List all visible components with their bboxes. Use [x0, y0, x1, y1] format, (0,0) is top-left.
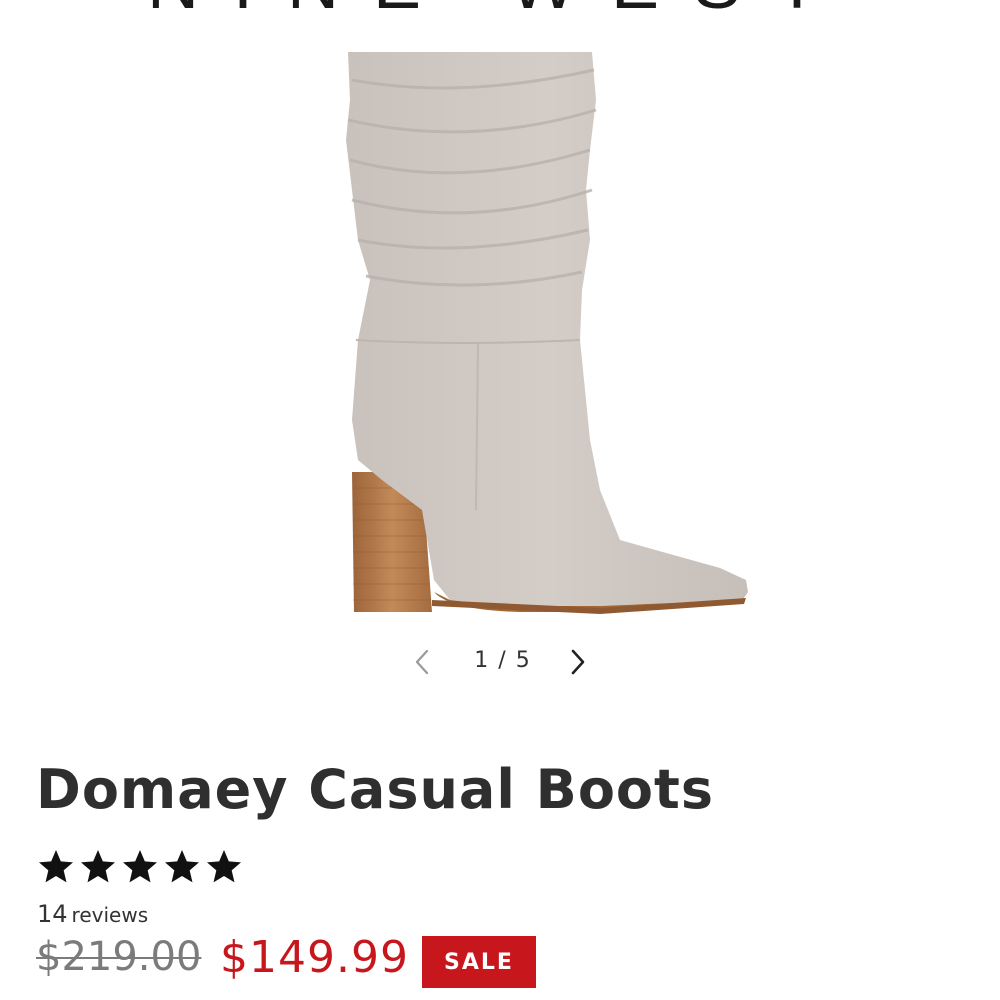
current-image-number: 1 — [474, 648, 491, 673]
star-icon — [81, 850, 115, 883]
original-price: $219.00 — [36, 934, 202, 980]
review-label: reviews — [71, 903, 149, 927]
chevron-left-icon[interactable] — [408, 648, 436, 676]
star-icon — [39, 850, 73, 883]
sale-badge: SALE — [422, 936, 536, 988]
product-page: NINE WEST — [0, 0, 1000, 1000]
reviews-link[interactable]: 14 reviews — [37, 900, 148, 928]
product-image[interactable] — [300, 40, 800, 630]
counter-separator: / — [498, 648, 508, 673]
chevron-right-icon[interactable] — [564, 648, 592, 676]
product-title: Domaey Casual Boots — [36, 758, 714, 821]
review-count: 14 — [37, 900, 68, 928]
rating-stars[interactable] — [36, 847, 244, 887]
sale-price: $149.99 — [220, 932, 409, 983]
boot-illustration — [346, 52, 748, 614]
brand-logo[interactable]: NINE WEST — [0, 0, 1000, 20]
star-icon — [123, 850, 157, 883]
image-counter: 1 / 5 — [460, 648, 546, 673]
price-row: $219.00 $149.99 SALE — [36, 930, 636, 990]
star-icon — [207, 850, 241, 883]
image-gallery-nav: 1 / 5 — [400, 642, 600, 686]
star-icon — [165, 850, 199, 883]
total-image-count: 5 — [515, 648, 532, 673]
